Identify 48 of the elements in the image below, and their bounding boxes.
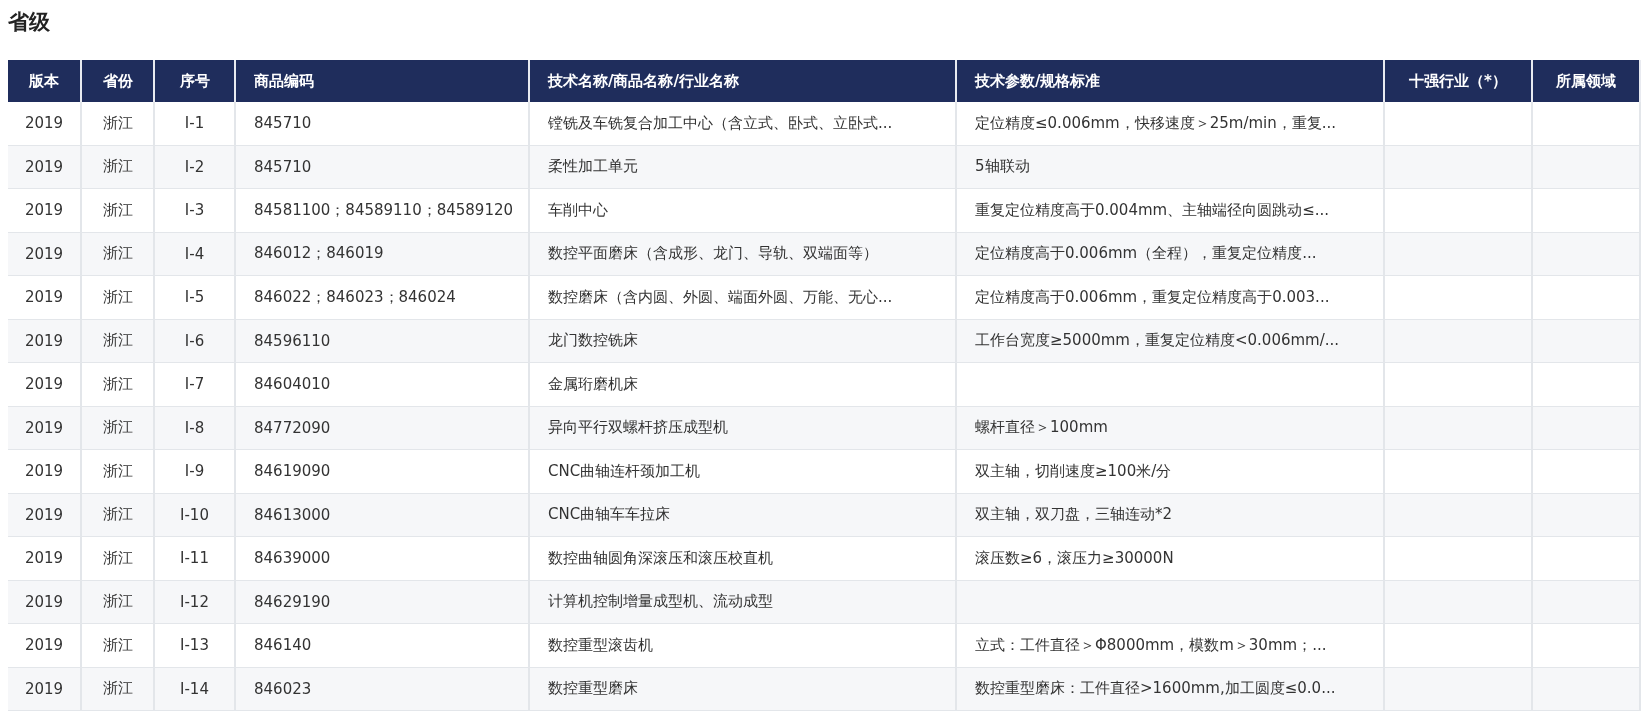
table-cell: 2019 <box>8 189 82 232</box>
table-cell: 金属珩磨机床 <box>530 363 957 406</box>
table-cell: 定位精度高于0.006mm，重复定位精度高于0.003... <box>957 276 1385 319</box>
table-cell: 浙江 <box>82 189 155 232</box>
table-cell: 数控磨床（含内圆、外圆、端面外圆、万能、无心... <box>530 276 957 319</box>
table-cell: 84604010 <box>236 363 530 406</box>
page-title: 省级 <box>8 9 51 36</box>
table-cell: 浙江 <box>82 624 155 667</box>
table-cell: 846022；846023；846024 <box>236 276 530 319</box>
table-cell: 2019 <box>8 667 82 710</box>
table-cell: 2019 <box>8 102 82 145</box>
table-cell: 数控曲轴圆角深滚压和滚压校直机 <box>530 537 957 580</box>
table-cell: 浙江 <box>82 276 155 319</box>
table-cell: 镗铣及车铣复合加工中心（含立式、卧式、立卧式... <box>530 102 957 145</box>
table-cell: 立式：工件直径＞Φ8000mm，模数m＞30mm；... <box>957 624 1385 667</box>
table-cell: 数控重型滚齿机 <box>530 624 957 667</box>
table-cell: 重复定位精度高于0.004mm、主轴端径向圆跳动≤... <box>957 189 1385 232</box>
table-cell: 2019 <box>8 363 82 406</box>
table-cell: Ⅰ-3 <box>155 189 236 232</box>
table-cell: 浙江 <box>82 102 155 145</box>
table-cell: 数控重型磨床 <box>530 667 957 710</box>
table-cell: 数控重型磨床：工件直径>1600mm,加工圆度≤0.0... <box>957 667 1385 710</box>
table-cell: 2019 <box>8 450 82 493</box>
table-cell: Ⅰ-11 <box>155 537 236 580</box>
table-cell: 84581100；84589110；84589120 <box>236 189 530 232</box>
table-cell: 846140 <box>236 624 530 667</box>
table-cell: 浙江 <box>82 537 155 580</box>
table-cell: Ⅰ-5 <box>155 276 236 319</box>
table-cell: 浙江 <box>82 667 155 710</box>
table-cell: Ⅰ-13 <box>155 624 236 667</box>
table-cell: 车削中心 <box>530 189 957 232</box>
table-cell: 2019 <box>8 537 82 580</box>
table-cell: 浙江 <box>82 450 155 493</box>
table-cell: Ⅰ-1 <box>155 102 236 145</box>
table-cell: 84639000 <box>236 537 530 580</box>
table-cell: 2019 <box>8 624 82 667</box>
table-cell: 滚压数≥6，滚压力≥30000N <box>957 537 1385 580</box>
table-cell: Ⅰ-9 <box>155 450 236 493</box>
table-cell: 2019 <box>8 276 82 319</box>
table-cell: 846023 <box>236 667 530 710</box>
table-cell: CNC曲轴连杆颈加工机 <box>530 450 957 493</box>
table-cell: Ⅰ-7 <box>155 363 236 406</box>
table-cell: 定位精度≤0.006mm，快移速度＞25m/min，重复... <box>957 102 1385 145</box>
table-cell: 浙江 <box>82 363 155 406</box>
table-cell: Ⅰ-14 <box>155 667 236 710</box>
table-cell: 845710 <box>236 102 530 145</box>
table-cell: 双主轴，切削速度≥100米/分 <box>957 450 1385 493</box>
table-cell: 84619090 <box>236 450 530 493</box>
